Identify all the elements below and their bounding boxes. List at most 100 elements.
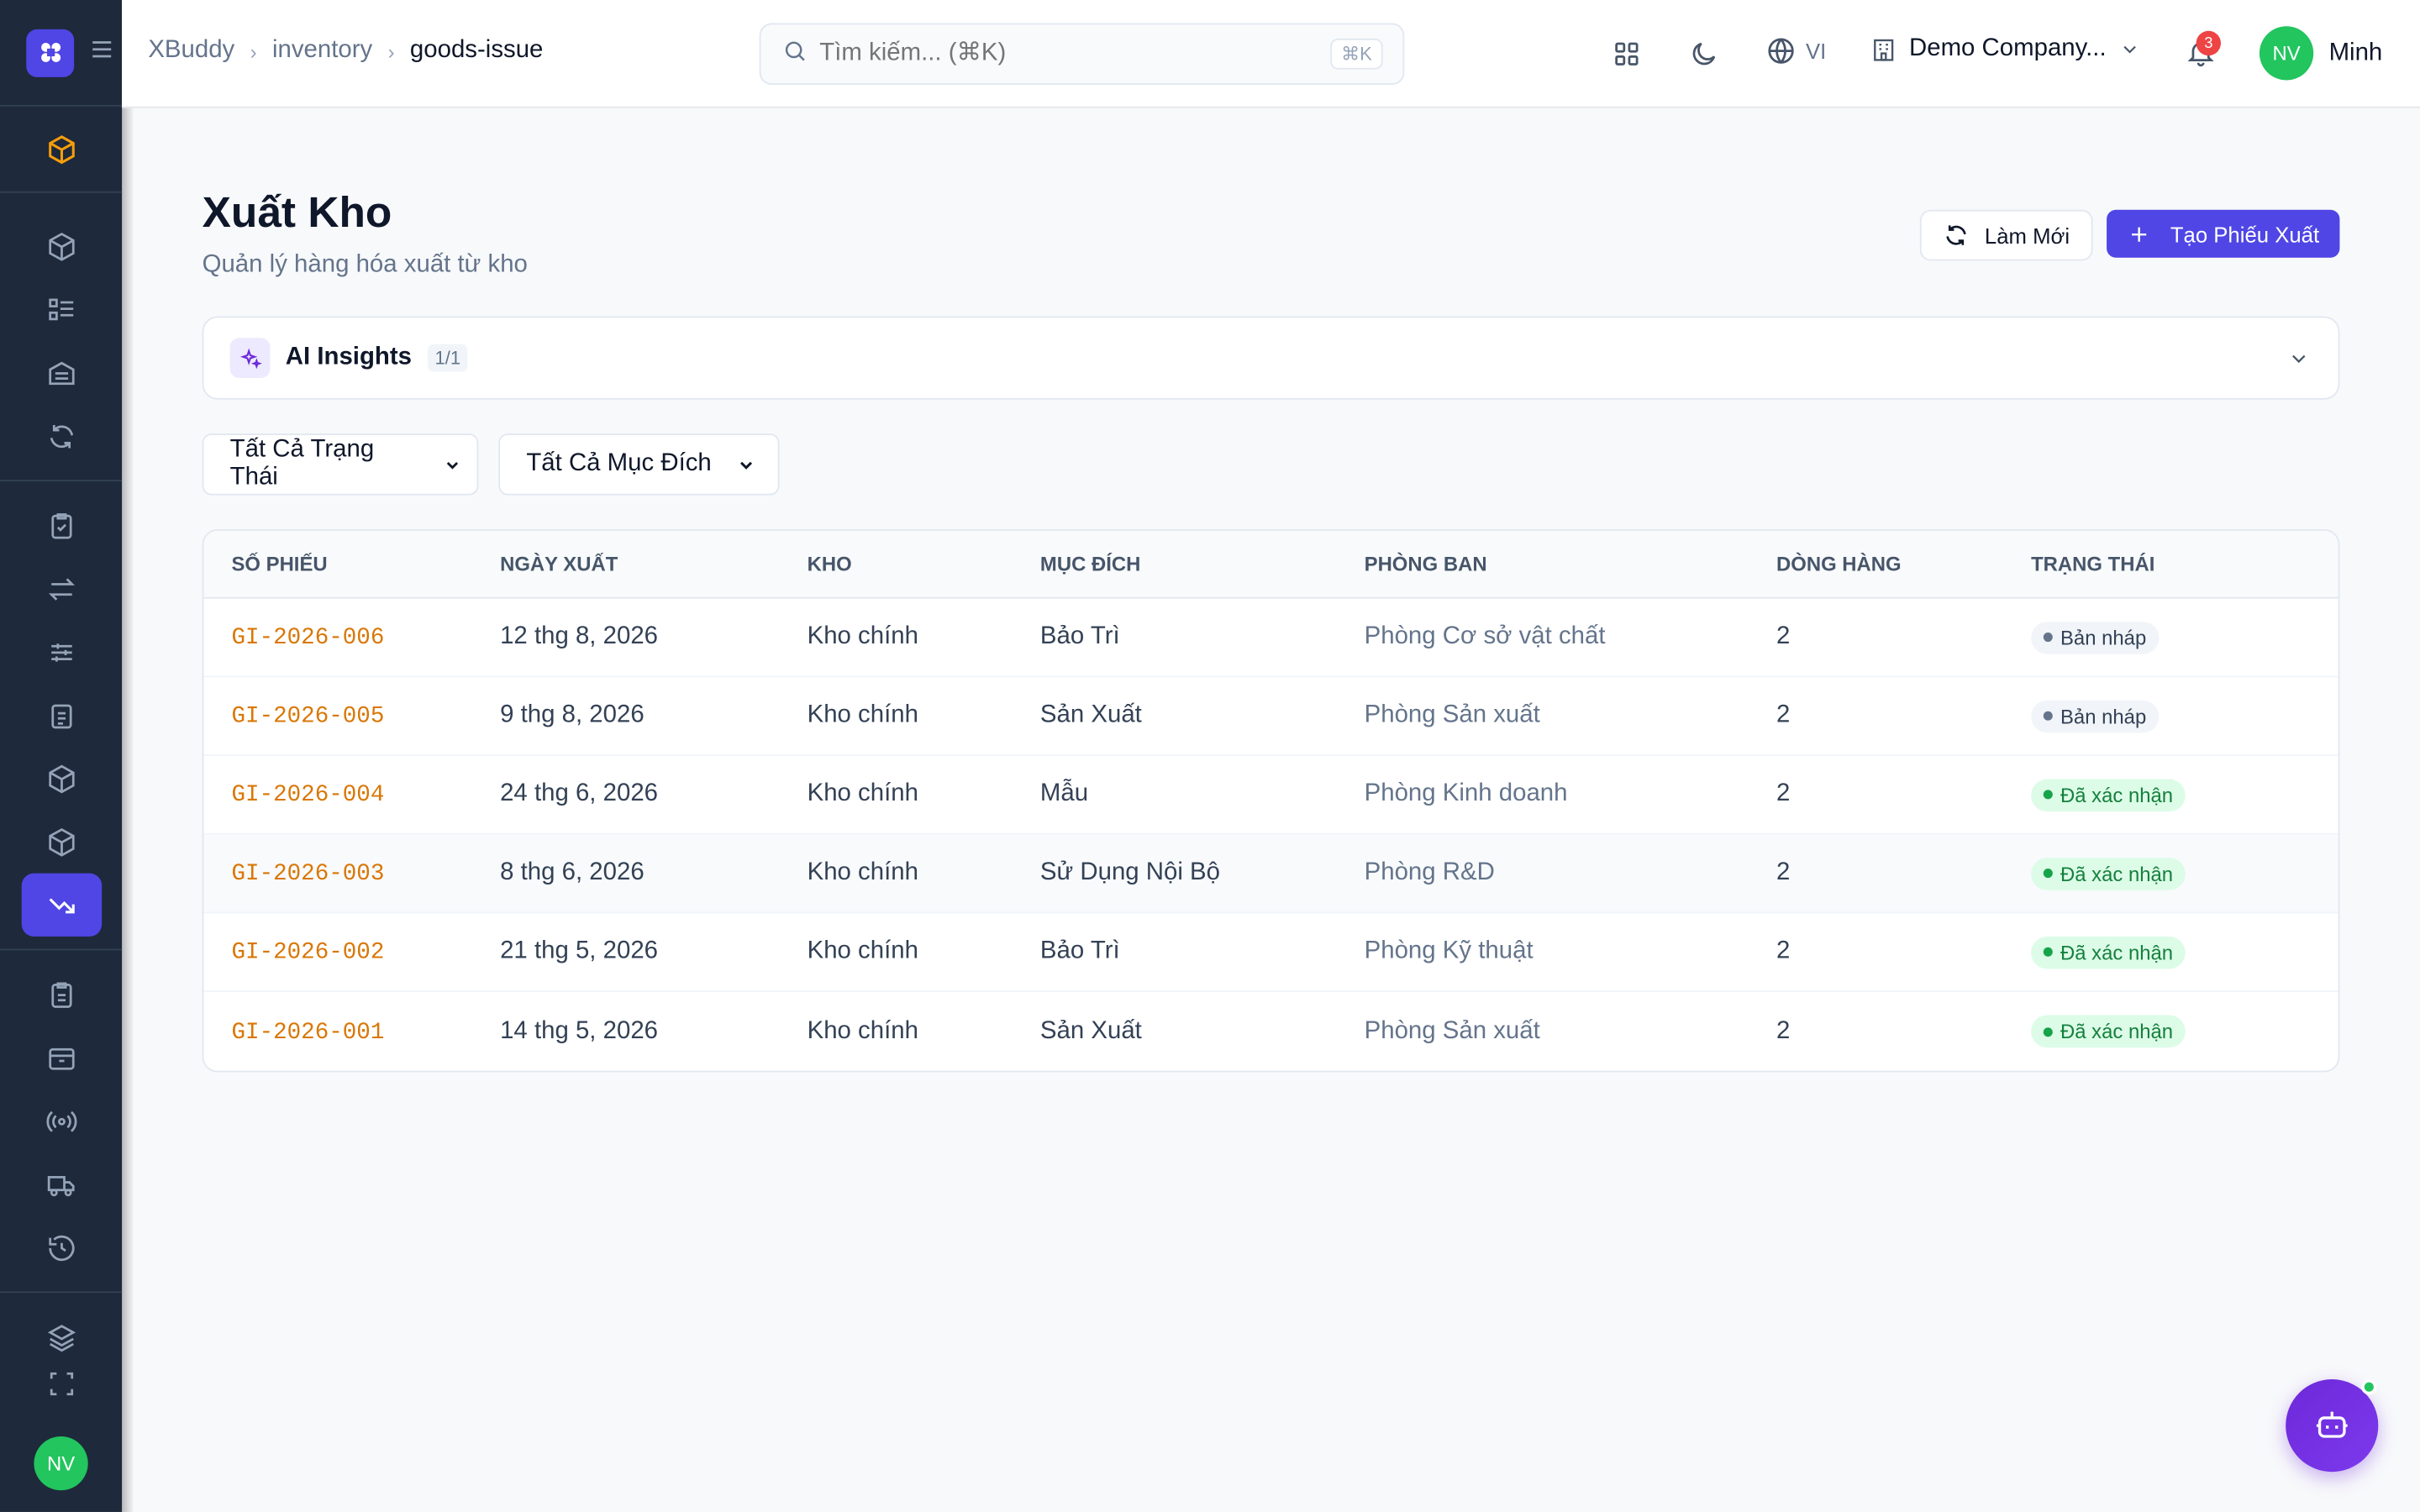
avatar: NV bbox=[2259, 26, 2314, 81]
user-name: Minh bbox=[2328, 39, 2383, 66]
issue-code-link[interactable]: GI-2026-004 bbox=[232, 782, 385, 808]
sidebar-divider bbox=[0, 948, 123, 951]
status-badge: Bản nháp bbox=[2031, 699, 2159, 732]
table-body: GI-2026-006 12 thg 8, 2026 Kho chính Bảo Tr… bbox=[203, 599, 2338, 1071]
column-header-department[interactable]: PHÒNG BAN bbox=[1365, 553, 1776, 576]
column-header-lines[interactable]: DÒNG HÀNG bbox=[1776, 553, 2031, 576]
sidebar-item-products[interactable] bbox=[21, 214, 102, 277]
issue-date-cell: 9 thg 8, 2026 bbox=[500, 701, 644, 728]
ai-insights-panel[interactable]: AI Insights 1/1 bbox=[202, 316, 2340, 400]
chevron-down-icon bbox=[740, 460, 753, 469]
breadcrumb: XBuddy › inventory › goods-issue bbox=[148, 37, 543, 65]
sidebar-item-goods-issue[interactable] bbox=[20, 873, 102, 937]
status-dot-icon bbox=[2043, 711, 2053, 721]
sidebar-item-archive[interactable] bbox=[21, 1026, 102, 1089]
issue-date-cell: 8 thg 6, 2026 bbox=[500, 859, 644, 886]
search-input[interactable] bbox=[819, 39, 1318, 68]
sidebar-divider bbox=[0, 191, 123, 193]
table-row[interactable]: GI-2026-004 24 thg 6, 2026 Kho chính Mẫu Phò… bbox=[203, 756, 2338, 835]
table-row[interactable]: GI-2026-002 21 thg 5, 2026 Kho chính Bảo Tr… bbox=[203, 913, 2338, 992]
column-header-code[interactable]: SỐ PHIẾU bbox=[203, 553, 500, 576]
menu-toggle-icon[interactable] bbox=[88, 34, 116, 70]
language-switcher[interactable]: VI bbox=[1765, 35, 1826, 66]
status-dot-icon bbox=[2043, 1026, 2053, 1037]
table-row[interactable]: GI-2026-001 14 thg 5, 2026 Kho chính Sản Xu… bbox=[203, 992, 2338, 1071]
issue-date-cell: 21 thg 5, 2026 bbox=[500, 937, 659, 964]
purpose-filter-value: Tất Cả Mục Đích bbox=[526, 450, 712, 477]
robot-icon bbox=[2316, 1411, 2348, 1438]
line-count-cell: 2 bbox=[1776, 859, 1791, 886]
issue-code-link[interactable]: GI-2026-006 bbox=[232, 625, 385, 651]
issue-date-cell: 24 thg 6, 2026 bbox=[500, 780, 659, 807]
bot-online-status-dot bbox=[2361, 1379, 2377, 1395]
sidebar-avatar[interactable]: NV bbox=[34, 1436, 88, 1491]
chevron-right-icon: › bbox=[250, 39, 257, 63]
status-badge-label: Đã xác nhận bbox=[2060, 1020, 2174, 1043]
sidebar-item-report[interactable] bbox=[21, 684, 102, 747]
issue-code-link[interactable]: GI-2026-003 bbox=[232, 861, 385, 887]
column-header-date[interactable]: NGÀY XUẤT bbox=[500, 553, 808, 576]
sidebar-item-history[interactable] bbox=[21, 1215, 102, 1278]
column-header-status[interactable]: TRẠNG THÁI bbox=[2031, 553, 2338, 576]
issue-code-link[interactable]: GI-2026-002 bbox=[232, 940, 385, 966]
sidebar-item-layers[interactable] bbox=[21, 1305, 102, 1368]
sidebar-item-clipboard[interactable] bbox=[21, 963, 102, 1026]
notification-count-badge: 3 bbox=[2196, 30, 2222, 56]
globe-icon bbox=[1768, 38, 1794, 64]
sidebar-item-transfer[interactable] bbox=[21, 557, 102, 620]
chevron-down-icon[interactable] bbox=[2287, 347, 2311, 378]
warehouse-cell: Kho chính bbox=[807, 623, 918, 650]
breadcrumb-item-root[interactable]: XBuddy bbox=[148, 37, 234, 65]
sidebar-item-checklist[interactable] bbox=[21, 494, 102, 557]
warehouse-cell: Kho chính bbox=[807, 937, 918, 964]
user-menu[interactable]: NV Minh bbox=[2259, 26, 2383, 81]
warehouse-cell: Kho chính bbox=[807, 1017, 918, 1044]
sidebar-item-goods-receipt[interactable] bbox=[21, 747, 102, 810]
sidebar: NV bbox=[0, 0, 123, 1512]
status-filter-select[interactable]: Tất Cả Trạng Thái bbox=[202, 433, 479, 496]
status-badge: Đã xác nhận bbox=[2031, 935, 2186, 969]
purpose-cell: Sản Xuất bbox=[1039, 701, 1142, 728]
sidebar-item-sync[interactable] bbox=[21, 404, 102, 467]
sidebar-item-packages[interactable] bbox=[21, 810, 102, 873]
table-row[interactable]: GI-2026-005 9 thg 8, 2026 Kho chính Sản Xuấ… bbox=[203, 677, 2338, 756]
sidebar-item-warehouse[interactable] bbox=[21, 341, 102, 404]
status-badge: Đã xác nhận bbox=[2031, 778, 2186, 811]
line-count-cell: 2 bbox=[1776, 1017, 1791, 1044]
company-name: Demo Company... bbox=[1908, 35, 2107, 62]
language-code: VI bbox=[1805, 38, 1827, 64]
global-search[interactable]: ⌘K bbox=[759, 23, 1405, 86]
status-dot-icon bbox=[2043, 790, 2053, 800]
table-row[interactable]: GI-2026-006 12 thg 8, 2026 Kho chính Bảo Tr… bbox=[203, 599, 2338, 678]
purpose-filter-select[interactable]: Tất Cả Mục Đích bbox=[498, 433, 780, 496]
plus-icon bbox=[2132, 226, 2147, 241]
issue-date-cell: 14 thg 5, 2026 bbox=[500, 1017, 659, 1044]
dark-mode-moon-icon[interactable] bbox=[1686, 35, 1723, 72]
apps-grid-icon[interactable] bbox=[1608, 35, 1645, 72]
filter-bar: Tất Cả Trạng Thái Tất Cả Mục Đích bbox=[202, 433, 780, 496]
purpose-cell: Bảo Trì bbox=[1039, 937, 1120, 964]
chevron-down-icon bbox=[2123, 45, 2136, 54]
sidebar-item-broadcast[interactable] bbox=[21, 1089, 102, 1152]
sidebar-item-delivery[interactable] bbox=[21, 1152, 102, 1215]
company-switcher[interactable]: Demo Company... bbox=[1870, 35, 2140, 63]
sidebar-item-list[interactable] bbox=[21, 278, 102, 341]
create-issue-button[interactable]: Tạo Phiếu Xuất bbox=[2107, 209, 2340, 258]
issue-code-link[interactable]: GI-2026-005 bbox=[232, 704, 385, 730]
column-header-warehouse[interactable]: KHO bbox=[808, 553, 1040, 576]
column-header-purpose[interactable]: MỤC ĐÍCH bbox=[1040, 553, 1365, 576]
department-cell: Phòng Cơ sở vật chất bbox=[1364, 623, 1606, 650]
issue-code-link[interactable]: GI-2026-001 bbox=[232, 1019, 385, 1045]
department-cell: Phòng Kỹ thuật bbox=[1364, 937, 1534, 964]
sidebar-item-adjust[interactable] bbox=[21, 620, 102, 683]
department-cell: Phòng R&D bbox=[1364, 859, 1495, 886]
table-row[interactable]: GI-2026-003 8 thg 6, 2026 Kho chính Sử Dụng… bbox=[203, 834, 2338, 914]
breadcrumb-item-module[interactable]: inventory bbox=[272, 37, 372, 65]
page-title: Xuất Kho bbox=[202, 188, 392, 237]
sidebar-item-scan[interactable] bbox=[21, 1368, 102, 1399]
refresh-button[interactable]: Làm Mới bbox=[1919, 209, 2093, 261]
app-logo[interactable] bbox=[26, 28, 75, 76]
sidebar-item-inventory-module[interactable] bbox=[21, 118, 102, 181]
sidebar-top bbox=[0, 0, 123, 107]
purpose-cell: Mẫu bbox=[1039, 780, 1089, 807]
